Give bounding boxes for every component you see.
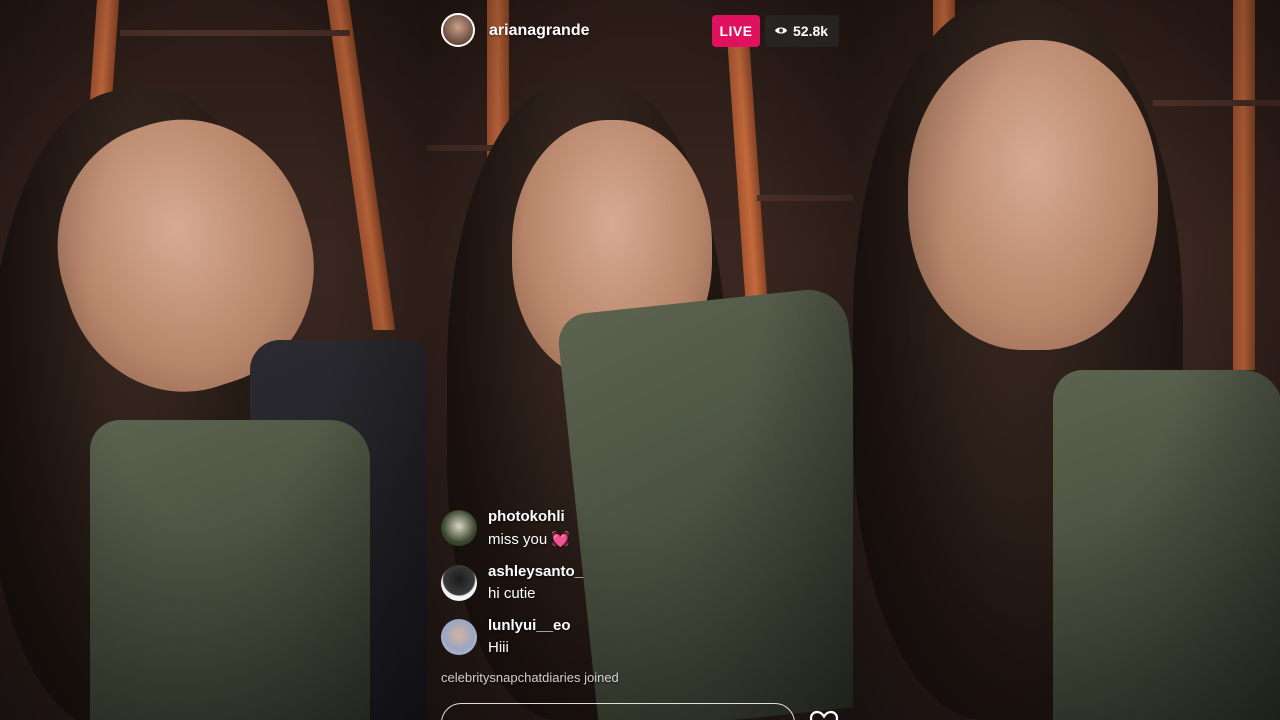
video-frame-left	[0, 0, 427, 720]
viewer-count: 52.8k	[793, 23, 829, 39]
vignette	[427, 0, 853, 720]
heart-emoji: 💓	[551, 531, 571, 548]
viewer-count-badge[interactable]: 52.8k	[765, 15, 839, 47]
video-frame-center: arianagrande LIVE 52.8k photokohli miss …	[427, 0, 853, 720]
joined-notice: celebritysnapchatdiaries joined	[441, 670, 619, 685]
commenter-avatar[interactable]	[441, 565, 477, 601]
comment-body: miss you	[488, 531, 548, 548]
broadcaster-avatar[interactable]	[441, 13, 475, 47]
live-badge-label: LIVE	[719, 23, 753, 39]
heart-icon[interactable]	[809, 710, 839, 720]
commenter-avatar[interactable]	[441, 510, 477, 546]
comment-text: Hiii	[488, 639, 509, 656]
commenter-username[interactable]: photokohli	[488, 508, 565, 525]
commenter-username[interactable]: lunlyui__eo	[488, 617, 571, 634]
commenter-username[interactable]: ashleysanto_	[488, 563, 583, 580]
live-header: arianagrande LIVE 52.8k	[427, 12, 853, 50]
video-frame-right	[853, 0, 1280, 720]
commenter-avatar[interactable]	[441, 619, 477, 655]
vignette	[853, 0, 1280, 720]
live-badge: LIVE	[712, 15, 760, 47]
comment-input[interactable]	[441, 703, 795, 720]
comment-item: ashleysanto_ hi cutie	[441, 563, 801, 609]
comment-text: hi cutie	[488, 585, 536, 602]
vignette	[0, 0, 427, 720]
comment-item: photokohli miss you 💓	[441, 508, 801, 554]
comment-item: lunlyui__eo Hiii	[441, 617, 801, 663]
broadcaster-username[interactable]: arianagrande	[489, 22, 589, 40]
live-stream-collage: arianagrande LIVE 52.8k photokohli miss …	[0, 0, 1280, 720]
comment-text: miss you 💓	[488, 530, 570, 548]
eye-icon	[775, 27, 787, 34]
